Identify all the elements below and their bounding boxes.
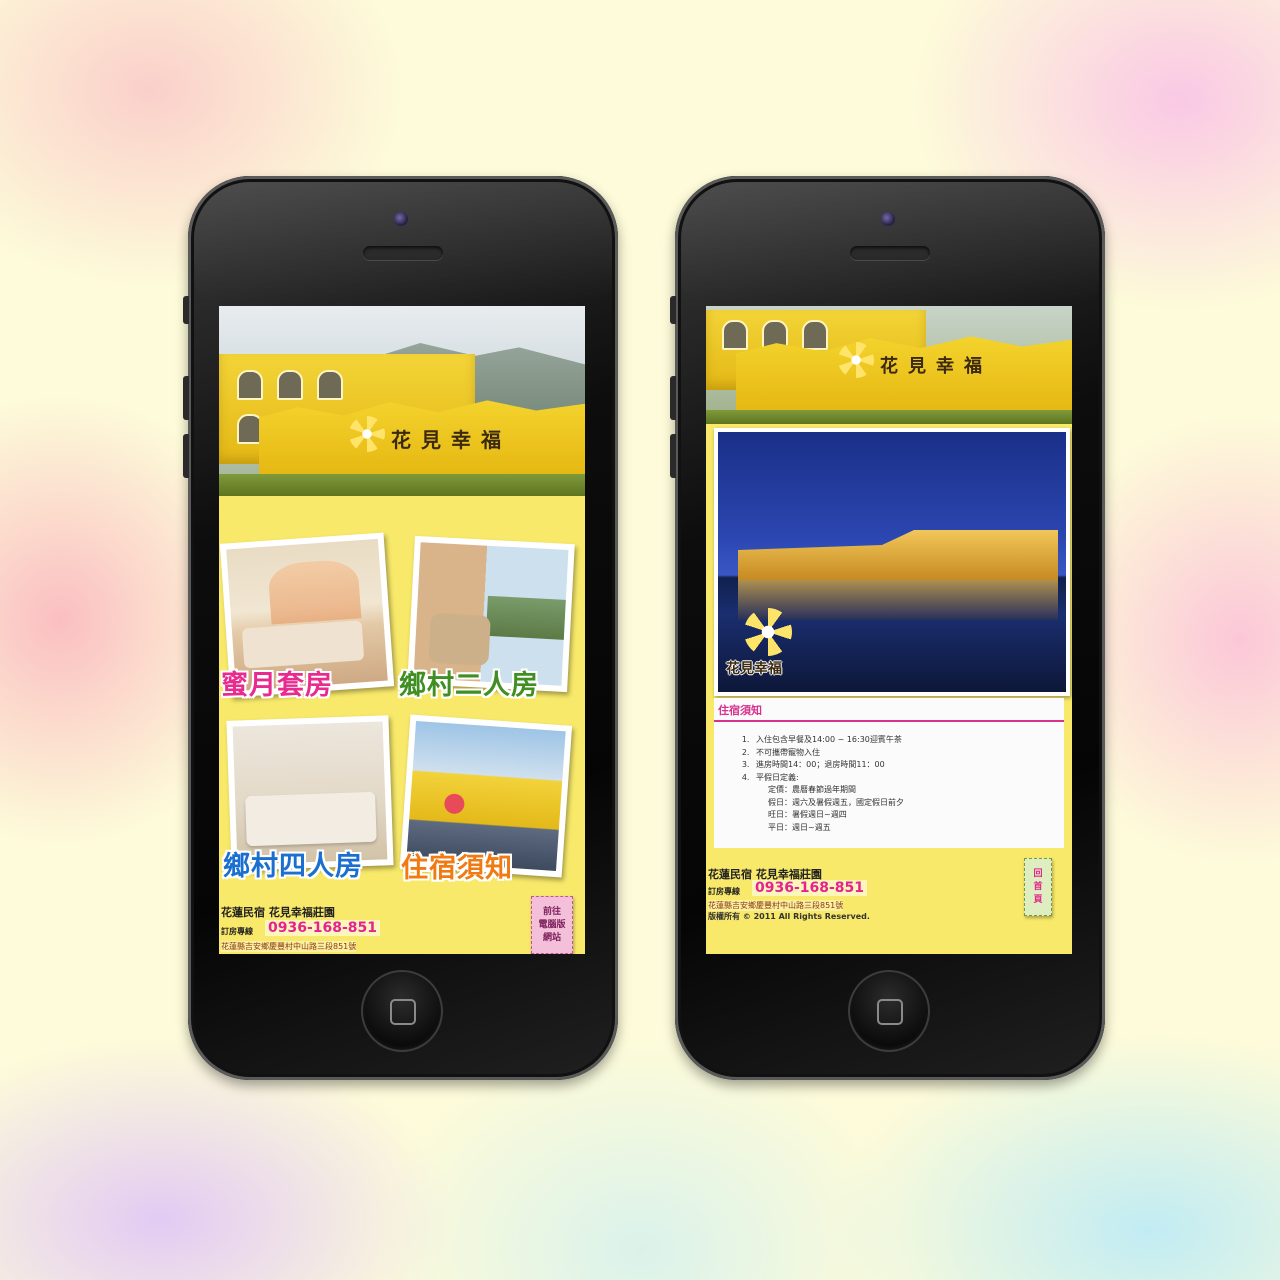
notice-subitem: 旺日：暑假週日~週四 [768,810,847,819]
earpiece-speaker [850,246,930,260]
footer-title: 花蓮民宿 花見幸福莊園 [221,906,335,919]
notice-item: 不可攜帶寵物入住 [752,747,904,760]
notice-panel: 住宿須知 入住包含早餐及14:00 ~ 16:30迎賓午茶 不可攜帶寵物入住 進… [714,698,1064,848]
notice-item: 平假日定義: [752,772,904,785]
front-camera [394,212,408,226]
mute-switch [183,296,189,324]
footer-copyright: 版權所有 © 2011 All Rights Reserved. [708,912,870,921]
phone-link[interactable]: 0936-168-851 [752,880,868,896]
sign-title: 花見幸福 [391,428,511,452]
room-label-honeymoon[interactable]: 蜜月套房 [221,663,333,702]
volume-up-button [670,376,676,420]
room-label-country-double[interactable]: 鄉村二人房 [399,663,539,702]
desktop-site-button[interactable]: 前往 電腦版 網站 [531,896,573,954]
room-label-notice[interactable]: 住宿須知 [401,846,513,885]
notice-subitem: 定價：農曆春節過年期間 [768,785,856,794]
volume-down-button [183,434,189,478]
notice-item: 進房時間14：00；退房時間11：00 [752,759,904,772]
screen-notice: 花見幸福 花見幸福 住宿須知 入住包含早餐及14:00 ~ 16:30迎賓午茶 … [706,306,1072,954]
notice-title: 住宿須知 [718,704,762,717]
notice-subitem: 假日：週六及暑假週五，國定假日前夕 [768,797,904,807]
flower-logo-icon [838,342,874,378]
hero-banner: 花見幸福 [706,306,1072,424]
notice-divider [714,720,1064,722]
volume-up-button [183,376,189,420]
volume-down-button [670,434,676,478]
notice-list: 入住包含早餐及14:00 ~ 16:30迎賓午茶 不可攜帶寵物入住 進房時間14… [738,734,904,834]
notice-subitem: 平日：週日~週五 [768,822,831,832]
home-button[interactable] [361,970,443,1052]
phone-link[interactable]: 0936-168-851 [265,920,381,936]
resort-night-photo: 花見幸福 [714,428,1070,696]
mute-switch [670,296,676,324]
earpiece-speaker [363,246,443,260]
room-label-country-quad[interactable]: 鄉村四人房 [223,844,363,883]
phone-right: 花見幸福 花見幸福 住宿須知 入住包含早餐及14:00 ~ 16:30迎賓午茶 … [670,176,1105,1080]
sign-title: 花見幸福 [880,356,992,377]
photo-caption: 花見幸福 [726,661,782,677]
footer-address: 花蓮縣吉安鄉慶豐村中山路三段851號 [221,941,357,952]
hero-banner: 花見幸福 [219,306,585,496]
front-camera [881,212,895,226]
flower-logo-icon [744,608,792,656]
back-to-home-button[interactable]: 回 首 頁 [1024,858,1052,916]
hotline-label: 訂房專線 [221,927,253,936]
home-button[interactable] [848,970,930,1052]
screen-home: 花見幸福 蜜月套房 鄉村二人房 鄉村四人房 住宿須知 花蓮民宿 花見幸福莊園 訂… [219,306,585,954]
notice-item: 入住包含早餐及14:00 ~ 16:30迎賓午茶 [752,734,904,747]
flower-logo-icon [349,416,385,452]
footer-address: 花蓮縣吉安鄉慶豐村中山路三段851號 [708,900,844,911]
hotline-label: 訂房專線 [708,887,740,896]
phone-left: 花見幸福 蜜月套房 鄉村二人房 鄉村四人房 住宿須知 花蓮民宿 花見幸福莊園 訂… [183,176,618,1080]
